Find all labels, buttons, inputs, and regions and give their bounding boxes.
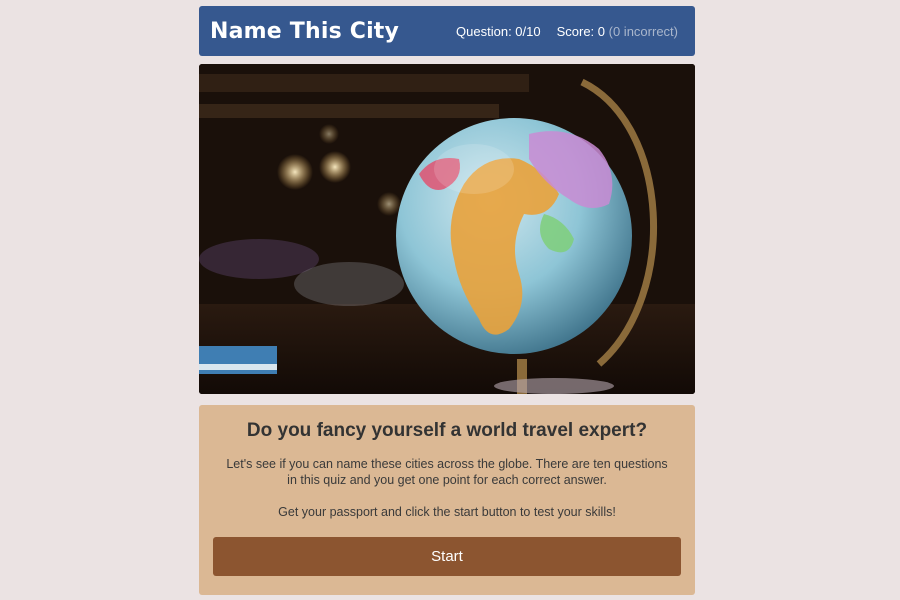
app-title: Name This City — [210, 18, 400, 44]
globe-illustration — [199, 64, 695, 394]
score-display: Score: 0 (0 incorrect) — [557, 24, 678, 39]
score-stats: Question: 0/10 Score: 0 (0 incorrect) — [456, 24, 678, 39]
intro-description: Let's see if you can name these cities a… — [226, 457, 668, 487]
intro-instruction: Get your passport and click the start bu… — [278, 505, 616, 519]
intro-panel: Do you fancy yourself a world travel exp… — [199, 405, 695, 595]
intro-heading: Do you fancy yourself a world travel exp… — [246, 420, 648, 441]
quiz-container: Name This City Question: 0/10 Score: 0 (… — [199, 6, 695, 595]
hero-image-globe — [199, 64, 695, 394]
score-value: Score: 0 — [556, 23, 606, 39]
incorrect-count: (0 incorrect) — [608, 23, 678, 39]
question-counter: Question: 0/10 — [456, 23, 541, 39]
header-bar: Name This City Question: 0/10 Score: 0 (… — [199, 6, 695, 56]
start-button[interactable]: Start — [213, 537, 681, 576]
